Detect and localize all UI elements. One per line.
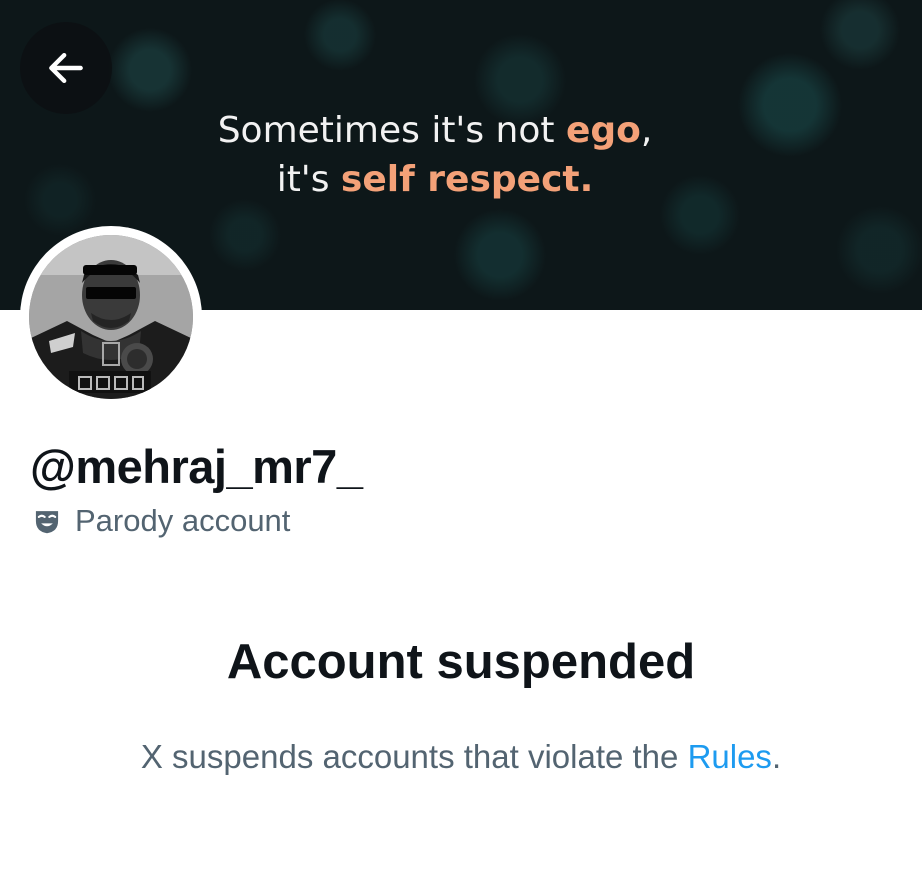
banner-text-segment: it's <box>276 159 341 200</box>
parody-label-text: Parody account <box>75 503 291 538</box>
banner-text-segment: , <box>640 110 653 151</box>
banner-text-segment: Sometimes it's not <box>217 110 566 151</box>
drama-mask-icon <box>35 511 59 534</box>
suspended-title: Account suspended <box>226 635 696 689</box>
parody-label: Parody account <box>33 501 290 541</box>
suspended-description-text: X suspends accounts that violate the <box>140 738 688 775</box>
banner-highlight-ego: ego <box>565 110 641 151</box>
profile-photo <box>29 235 193 399</box>
avatar[interactable] <box>29 235 193 399</box>
back-button[interactable] <box>20 22 112 114</box>
banner-quote-line-1: Sometimes it's not ego, <box>0 106 870 155</box>
banner-text-segment: . <box>579 159 594 200</box>
rules-link[interactable]: Rules <box>688 738 772 775</box>
banner-quote: Sometimes it's not ego, it's self respec… <box>0 106 870 204</box>
banner-highlight-self-respect: self respect <box>340 159 580 200</box>
profile-handle: @mehraj_mr7_ <box>30 440 363 493</box>
arrow-left-icon <box>49 52 83 84</box>
banner-quote-line-2: it's self respect. <box>0 155 870 204</box>
suspended-description-period: . <box>771 738 782 775</box>
suspended-description: X suspends accounts that violate the Rul… <box>0 737 922 777</box>
